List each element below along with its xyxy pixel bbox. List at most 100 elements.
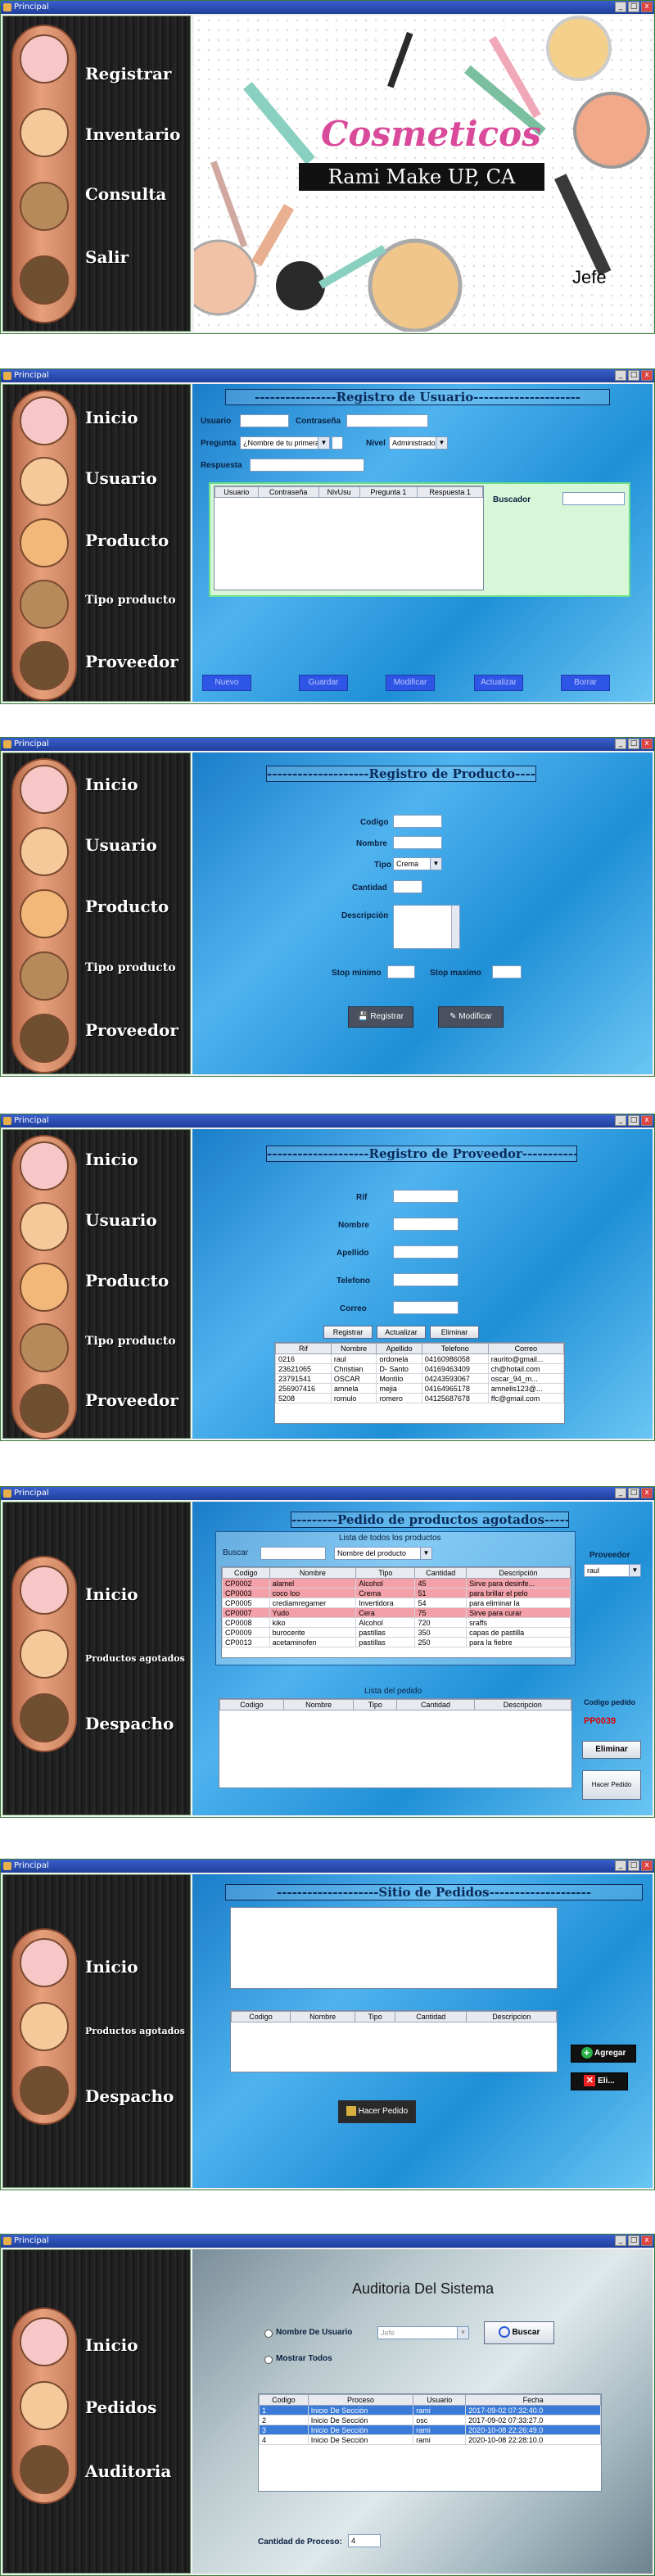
scrollbar[interactable] — [451, 906, 459, 948]
table-row[interactable]: 23791541 OSCAR Montilo 04243593067 oscar_94_… — [275, 1373, 564, 1384]
nav-tipo-producto[interactable]: Tipo producto — [85, 1335, 176, 1348]
nav-dot-icon[interactable] — [20, 1629, 69, 1679]
close-button[interactable]: x — [641, 739, 653, 749]
nav-producto[interactable]: Producto — [85, 897, 169, 916]
chevron-down-icon[interactable]: ▼ — [420, 1548, 431, 1559]
column-header[interactable]: Cantidad — [414, 1567, 468, 1579]
column-header[interactable]: Respuesta 1 — [417, 486, 483, 498]
hacer-pedido-button[interactable]: Hacer Pedido — [338, 2100, 416, 2123]
nav-dot-icon[interactable] — [20, 889, 69, 938]
close-button[interactable]: x — [641, 1115, 653, 1126]
nombre-usuario-radio[interactable] — [264, 2330, 273, 2338]
registrar-button[interactable]: 💾 Registrar — [348, 1006, 413, 1028]
nav-proveedor[interactable]: Proveedor — [85, 1020, 178, 1040]
nav-productos-agotados[interactable]: Productos agotados — [85, 1653, 185, 1664]
column-header[interactable]: Codigo — [222, 1567, 270, 1579]
pedidos-list[interactable] — [230, 1907, 558, 1989]
nav-tipo-producto[interactable]: Tipo producto — [85, 594, 176, 607]
close-button[interactable]: x — [641, 1488, 653, 1498]
table-row[interactable]: CP0013 acetaminofen pastillas 250 para la fi… — [222, 1637, 571, 1647]
hacer-pedido-button[interactable]: Hacer Pedido — [582, 1770, 641, 1800]
pregunta-extra-input[interactable] — [332, 436, 343, 450]
nav-producto[interactable]: Producto — [85, 531, 169, 550]
nav-dot-icon[interactable] — [20, 1202, 69, 1251]
nav-salir[interactable]: Salir — [85, 247, 129, 267]
eliminar-button[interactable]: ✕ Eli... — [571, 2072, 628, 2090]
nav-dot-icon[interactable] — [20, 34, 69, 84]
nav-producto[interactable]: Producto — [85, 1271, 169, 1290]
column-header[interactable]: Usuario — [413, 2394, 467, 2406]
table-row[interactable]: 2 Inicio De Sección osc 2017-09-02 07:33:27… — [259, 2415, 601, 2425]
usuario-input[interactable] — [240, 414, 289, 427]
actualizar-button[interactable]: Actualizar — [474, 675, 523, 691]
minimize-button[interactable]: _ — [615, 1115, 626, 1126]
filter-select[interactable]: Nombre del producto ▼ — [334, 1547, 432, 1560]
nav-dot-icon[interactable] — [20, 2381, 69, 2430]
table-row[interactable]: 3 Inicio De Sección rami 2020-10-08 22:26:4… — [259, 2425, 601, 2435]
table-row[interactable]: 5208 romulo romero 04125687678 ffc@gmail.com — [275, 1393, 564, 1403]
minimize-button[interactable]: _ — [615, 739, 626, 749]
maximize-button[interactable]: □ — [628, 2235, 639, 2246]
proveedores-table[interactable]: Rif Nombre Apellido Telefono Correo 0216… — [274, 1342, 565, 1424]
pedido-items-table[interactable]: Codigo Nombre Tipo Cantidad Descripcion — [230, 2010, 558, 2072]
chevron-down-icon[interactable]: ▼ — [430, 858, 441, 870]
nav-dot-icon[interactable] — [20, 2317, 69, 2366]
column-header[interactable]: Pregunta 1 — [359, 486, 418, 498]
maximize-button[interactable]: □ — [628, 739, 639, 749]
nav-consulta[interactable]: Consulta — [85, 184, 166, 204]
nav-dot-icon[interactable] — [20, 1693, 69, 1742]
nav-dot-icon[interactable] — [20, 1263, 69, 1312]
nav-dot-icon[interactable] — [20, 827, 69, 876]
column-header[interactable]: Tipo — [353, 1699, 398, 1711]
column-header[interactable]: Nombre — [282, 1699, 355, 1711]
apellido-input[interactable] — [393, 1245, 458, 1259]
maximize-button[interactable]: □ — [628, 1860, 639, 1871]
column-header[interactable]: Descripcion — [473, 1699, 571, 1711]
nombre-input[interactable] — [393, 1218, 458, 1231]
chevron-down-icon[interactable]: ▼ — [629, 1565, 640, 1576]
column-header[interactable]: Proceso — [307, 2394, 414, 2406]
maximize-button[interactable]: □ — [628, 2, 639, 12]
close-button[interactable]: x — [641, 370, 653, 381]
chevron-down-icon[interactable]: ▼ — [457, 2327, 468, 2339]
column-header[interactable]: Codigo — [231, 2011, 291, 2022]
nav-dot-icon[interactable] — [20, 2066, 69, 2115]
nav-dot-icon[interactable] — [20, 1141, 69, 1191]
column-header[interactable]: Descripción — [466, 1567, 571, 1579]
table-row[interactable]: CP0008 kiko Alcohol 720 sraffs — [222, 1617, 571, 1628]
column-header[interactable]: NivUsu — [318, 486, 360, 498]
column-header[interactable]: Fecha — [465, 2394, 601, 2406]
productos-table[interactable]: Codigo Nombre Tipo Cantidad Descripción … — [221, 1566, 571, 1658]
nav-usuario[interactable]: Usuario — [85, 1210, 157, 1230]
nav-inicio[interactable]: Inicio — [85, 408, 138, 427]
buscador-input[interactable] — [562, 492, 625, 505]
modificar-button[interactable]: ✎ Modificar — [438, 1006, 504, 1028]
column-header[interactable]: Descripcion — [466, 2011, 557, 2022]
nav-dot-icon[interactable] — [20, 765, 69, 814]
modificar-button[interactable]: Modificar — [386, 675, 435, 691]
respuesta-input[interactable] — [250, 459, 364, 472]
column-header[interactable]: Nombre — [330, 1343, 377, 1354]
buscar-button[interactable]: Buscar — [484, 2321, 554, 2344]
nivel-select[interactable]: Administrador ▼ — [389, 436, 448, 450]
rif-input[interactable] — [393, 1190, 458, 1203]
table-row[interactable]: CP0002 alamel Alcohol 45 Sirve para desinfe.… — [222, 1578, 571, 1589]
close-button[interactable]: x — [641, 2, 653, 12]
pregunta-select[interactable]: ¿Nombre de tu primera mascota?▼ — [240, 436, 330, 450]
close-button[interactable]: x — [641, 2235, 653, 2246]
minimize-button[interactable]: _ — [615, 2, 626, 12]
stock-min-input[interactable] — [387, 965, 415, 978]
table-row[interactable]: 1 Inicio De Sección rami 2017-09-02 07:32:4… — [259, 2405, 601, 2416]
nav-dot-icon[interactable] — [20, 1566, 69, 1615]
maximize-button[interactable]: □ — [628, 370, 639, 381]
nav-inicio[interactable]: Inicio — [85, 2335, 138, 2355]
column-header[interactable]: Tipo — [355, 1567, 416, 1579]
nav-dot-icon[interactable] — [20, 182, 69, 231]
usuarios-table[interactable]: Usuario Contraseña NivUsu Pregunta 1 Res… — [214, 486, 484, 590]
tipo-select[interactable]: Crema ▼ — [393, 857, 442, 870]
pedido-table[interactable]: Codigo Nombre Tipo Cantidad Descripcion — [219, 1698, 572, 1788]
nav-dot-icon[interactable] — [20, 2445, 69, 2494]
column-header[interactable]: Cantidad — [395, 2011, 468, 2022]
table-row[interactable]: CP0005 crediamregamer Invertidora 54 para el… — [222, 1598, 571, 1608]
minimize-button[interactable]: _ — [615, 1488, 626, 1498]
